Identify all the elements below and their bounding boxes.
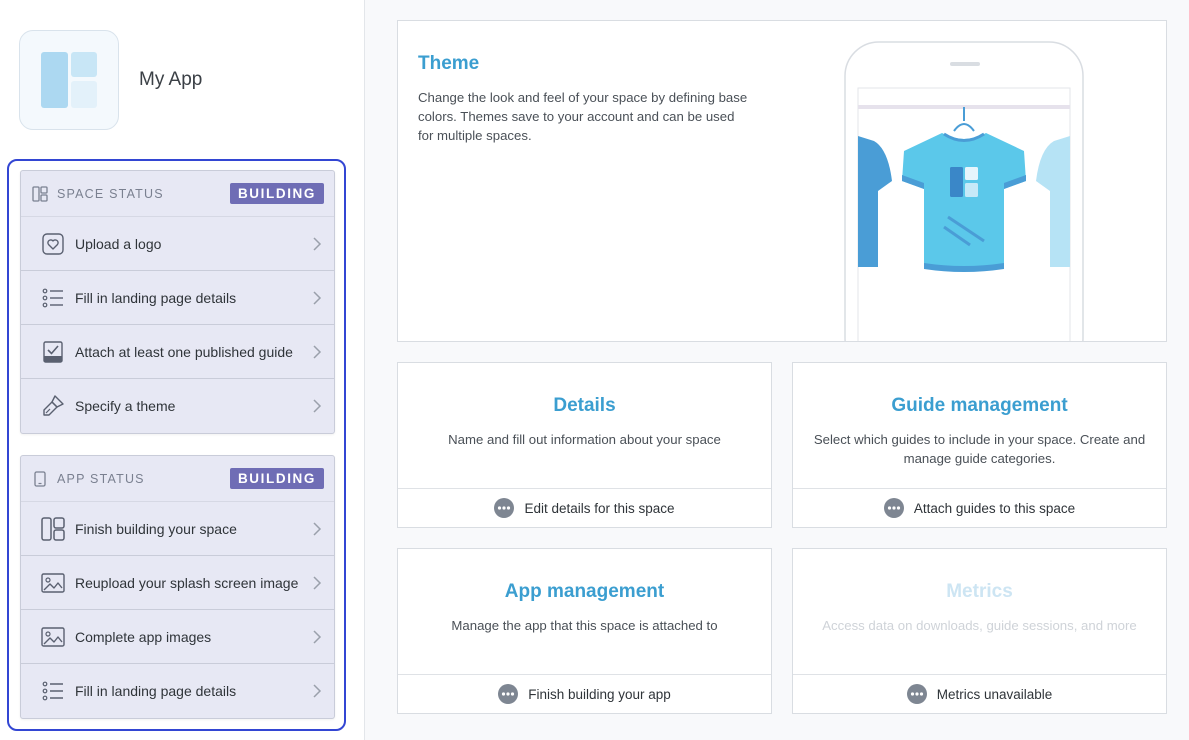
item-label: Reupload your splash screen image	[75, 574, 299, 591]
heart-frame-icon	[41, 232, 65, 256]
attach-guides-label: Attach guides to this space	[913, 500, 1076, 516]
phone-tshirt-illustration	[844, 41, 1084, 341]
item-label: Complete app images	[75, 628, 212, 645]
space-status-group: SPACE STATUS BUILDING Upload a logo Fill…	[20, 170, 335, 434]
app-item-landing-details[interactable]: Fill in landing page details	[21, 664, 334, 718]
chevron-right-icon	[310, 344, 324, 359]
space-status-badge: BUILDING	[229, 183, 324, 204]
space-item-landing-details[interactable]: Fill in landing page details	[21, 271, 334, 325]
details-card: Details Name and fill out information ab…	[397, 362, 772, 528]
chevron-right-icon	[310, 575, 324, 590]
finish-app-label: Finish building your app	[528, 686, 671, 702]
chevron-right-icon	[310, 290, 324, 305]
details-description: Name and fill out information about your…	[448, 432, 721, 447]
app-status-header: APP STATUS BUILDING	[21, 456, 334, 502]
metrics-card: Metrics Access data on downloads, guide …	[792, 548, 1167, 714]
app-header: My App	[19, 30, 202, 130]
list-icon	[41, 286, 65, 310]
app-management-description: Manage the app that this space is attach…	[451, 618, 718, 633]
more-dots-icon	[906, 684, 927, 704]
list-icon	[41, 679, 65, 703]
theme-title: Theme	[418, 53, 480, 74]
item-label: Finish building your space	[75, 520, 237, 537]
layout-icon	[31, 185, 49, 203]
item-label: Fill in landing page details	[75, 683, 237, 699]
app-item-finish-space[interactable]: Finish building your space	[21, 502, 334, 556]
app-management-card: App management Manage the app that this …	[397, 548, 772, 714]
checked-doc-icon	[41, 340, 65, 364]
item-label: Specify a theme	[75, 398, 176, 414]
space-status-label: SPACE STATUS	[57, 186, 164, 201]
app-status-label: APP STATUS	[57, 471, 145, 486]
edit-details-button[interactable]: Edit details for this space	[398, 488, 771, 527]
app-item-splash-image[interactable]: Reupload your splash screen image	[21, 556, 334, 610]
more-dots-icon	[498, 684, 519, 704]
app-logo	[19, 30, 119, 130]
item-label: Attach at least one published guide	[75, 343, 293, 360]
space-status-header: SPACE STATUS BUILDING	[21, 171, 334, 217]
chevron-right-icon	[310, 236, 324, 251]
finish-app-button[interactable]: Finish building your app	[398, 674, 771, 713]
brush-icon	[41, 394, 65, 418]
phone-icon	[31, 470, 49, 488]
image-icon	[41, 571, 65, 595]
status-panel: SPACE STATUS BUILDING Upload a logo Fill…	[7, 159, 346, 731]
space-item-attach-guide[interactable]: Attach at least one published guide	[21, 325, 334, 379]
guide-management-description: Select which guides to include in your s…	[813, 432, 1146, 466]
theme-description: Change the look and feel of your space b…	[418, 90, 748, 143]
layout-icon	[41, 516, 65, 541]
app-status-badge: BUILDING	[229, 468, 324, 489]
sidebar: My App SPACE STATUS BUILDING Upload a lo…	[0, 0, 365, 740]
chevron-right-icon	[310, 399, 324, 413]
edit-details-label: Edit details for this space	[524, 500, 675, 516]
app-logo-icon	[41, 52, 97, 108]
chevron-right-icon	[310, 684, 324, 698]
guide-management-title: Guide management	[891, 395, 1068, 416]
space-item-specify-theme[interactable]: Specify a theme	[21, 379, 334, 433]
app-status-group: APP STATUS BUILDING Finish building your…	[20, 455, 335, 719]
guide-management-card: Guide management Select which guides to …	[792, 362, 1167, 528]
chevron-right-icon	[310, 629, 324, 644]
more-dots-icon	[883, 498, 904, 518]
app-management-title: App management	[504, 581, 665, 602]
chevron-right-icon	[310, 521, 324, 536]
more-dots-icon	[494, 498, 515, 518]
metrics-unavailable: Metrics unavailable	[793, 674, 1166, 713]
metrics-title: Metrics	[946, 581, 1013, 602]
metrics-unavailable-label: Metrics unavailable	[936, 686, 1053, 702]
app-name: My App	[139, 69, 203, 90]
metrics-description: Access data on downloads, guide sessions…	[822, 618, 1137, 633]
app-item-app-images[interactable]: Complete app images	[21, 610, 334, 664]
attach-guides-button[interactable]: Attach guides to this space	[793, 488, 1166, 527]
image-icon	[41, 625, 65, 649]
details-title: Details	[553, 395, 616, 416]
space-item-upload-logo[interactable]: Upload a logo	[21, 217, 334, 271]
item-label: Fill in landing page details	[75, 289, 237, 306]
theme-card[interactable]: Theme Change the look and feel of your s…	[397, 20, 1167, 342]
item-label: Upload a logo	[75, 235, 162, 252]
